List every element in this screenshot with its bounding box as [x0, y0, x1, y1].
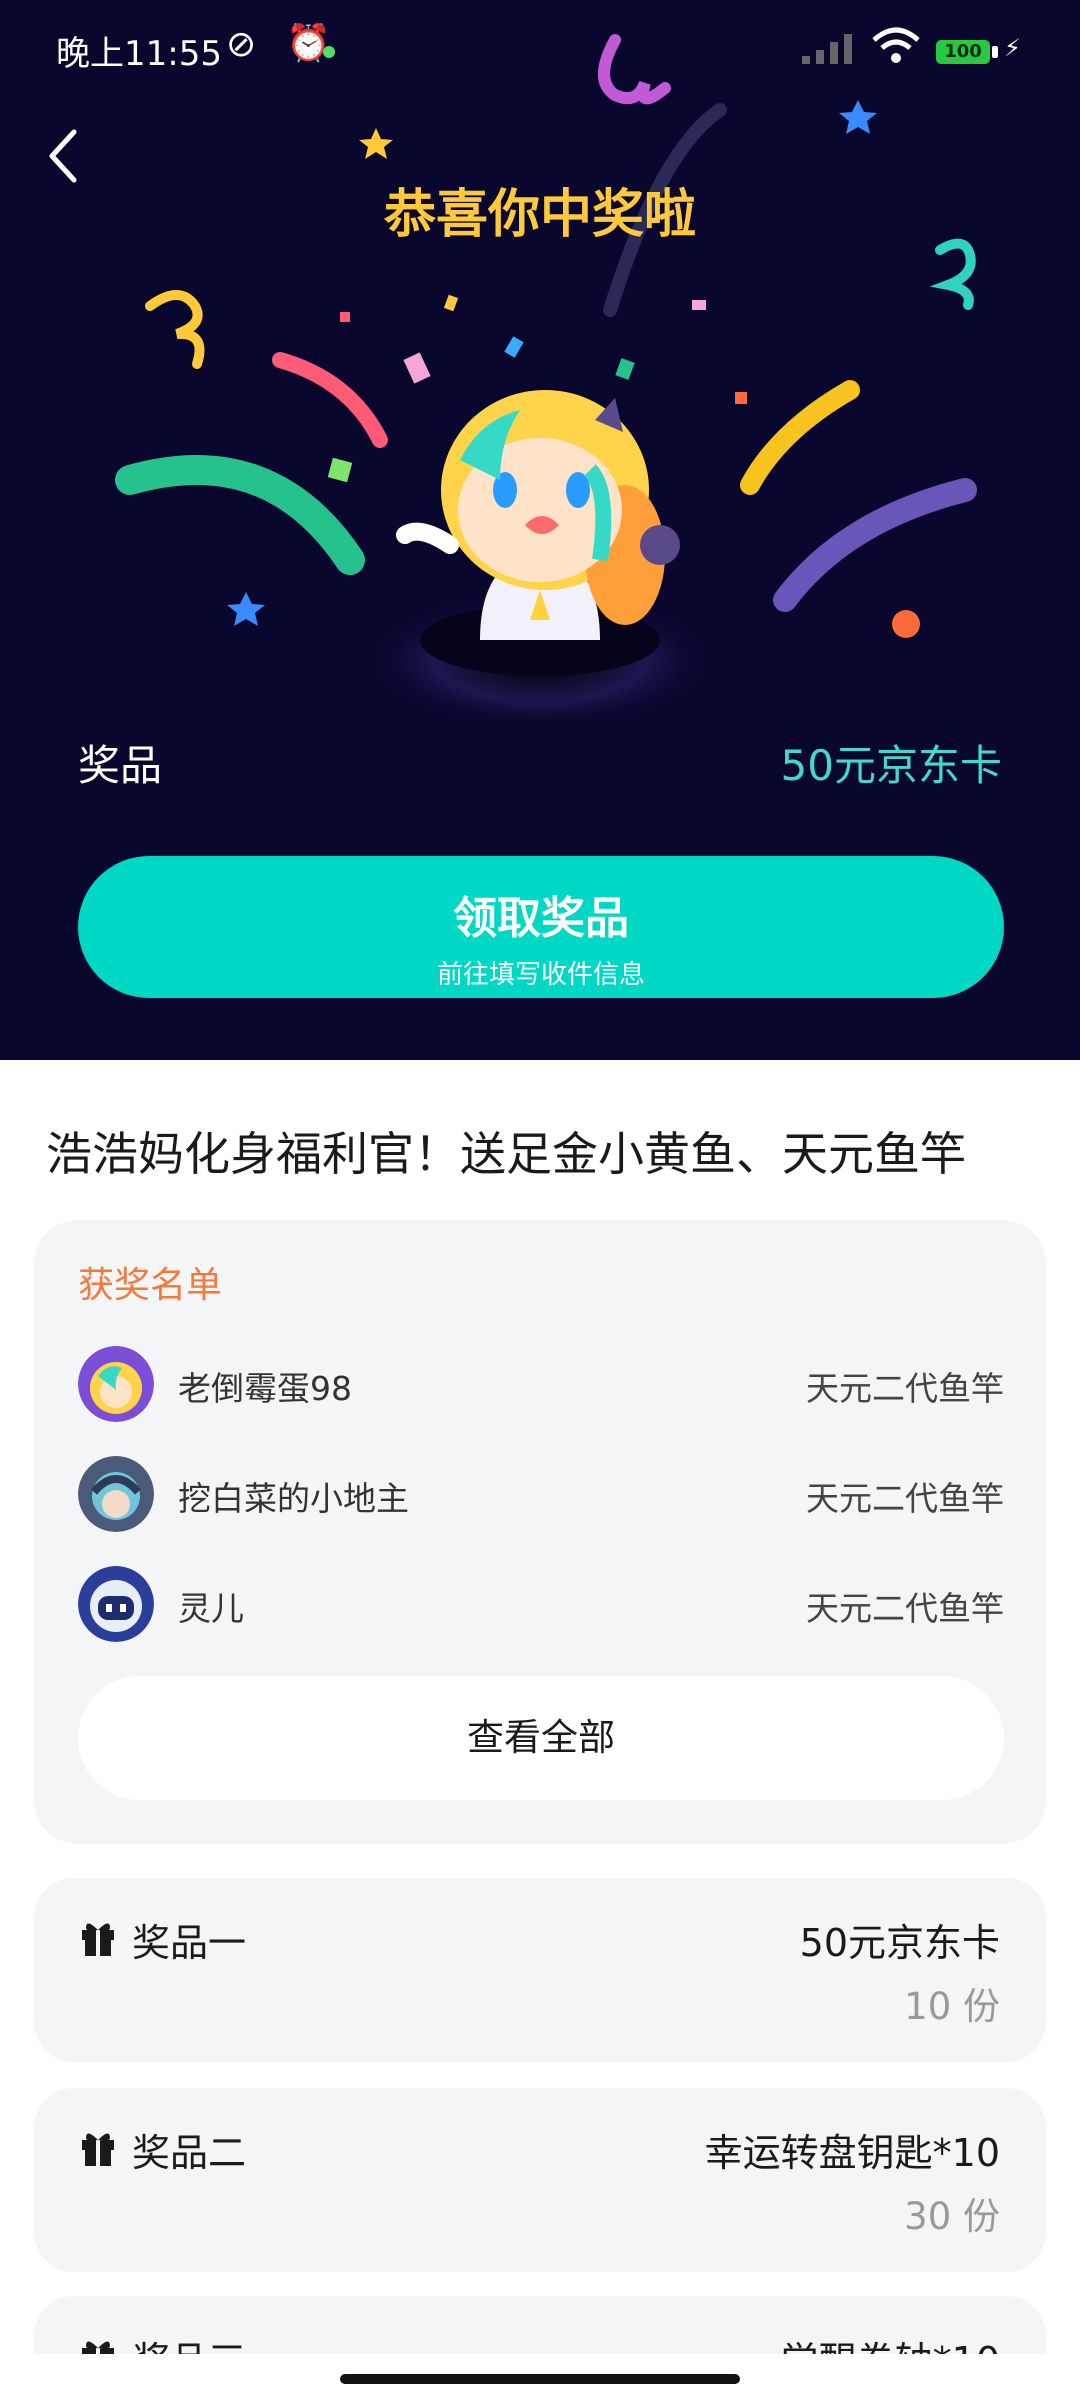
- home-indicator[interactable]: [340, 2374, 740, 2384]
- prize-card: 奖品二 幸运转盘钥匙*10 30 份: [34, 2088, 1046, 2272]
- prize-value: 50元京东卡: [799, 1921, 1000, 1965]
- page-title: 恭喜你中奖啦: [383, 185, 696, 245]
- prize-name: 奖品一: [132, 1921, 247, 1965]
- status-time: 晚上11:55: [56, 34, 222, 74]
- winner-name: 老倒霉蛋98: [178, 1369, 352, 1408]
- event-title: 浩浩妈化身福利官！送足金小黄鱼、天元鱼竿: [46, 1127, 966, 1181]
- prize-value: 幸运转盘钥匙*10: [704, 2131, 1000, 2175]
- status-bar: 晚上11:55 ⊘ ⏰ 100 ⚡: [0, 0, 1080, 100]
- signal-icon: [802, 34, 852, 64]
- claim-button-label: 领取奖品: [453, 893, 629, 944]
- dnd-icon: ⊘: [226, 24, 257, 65]
- winner-row: 老倒霉蛋98 天元二代鱼竿: [78, 1346, 1004, 1426]
- winner-row: 灵儿 天元二代鱼竿: [78, 1566, 1004, 1646]
- view-all-button[interactable]: 查看全部: [78, 1676, 1004, 1800]
- prize-value: 50元京东卡: [780, 741, 1002, 790]
- battery-level: 100: [936, 40, 990, 64]
- winner-name: 灵儿: [178, 1589, 244, 1628]
- winner-prize: 天元二代鱼竿: [806, 1479, 1004, 1518]
- prize-name: 奖品二: [132, 2131, 247, 2175]
- winners-card: 获奖名单 老倒霉蛋98 天元二代鱼竿 挖白菜的小地主 天元二代鱼竿 灵儿 天元二…: [34, 1220, 1046, 1844]
- celebration-illustration: [115, 34, 977, 720]
- claim-prize-button[interactable]: 领取奖品 前往填写收件信息: [78, 856, 1004, 998]
- notification-dot: [323, 46, 335, 58]
- winner-row: 挖白菜的小地主 天元二代鱼竿: [78, 1456, 1004, 1536]
- winners-heading: 获奖名单: [78, 1265, 223, 1306]
- gift-icon: [82, 2133, 114, 2166]
- winner-prize: 天元二代鱼竿: [806, 1369, 1004, 1408]
- charging-icon: ⚡: [1004, 34, 1021, 62]
- avatar: [78, 1346, 154, 1422]
- battery-tip: [992, 46, 998, 58]
- winner-prize: 天元二代鱼竿: [806, 1589, 1004, 1628]
- alarm-icon: ⏰: [286, 23, 331, 64]
- prize-card: 奖品一 50元京东卡 10 份: [34, 1878, 1046, 2062]
- gift-icon: [82, 1923, 114, 1956]
- wifi-icon: [872, 27, 920, 63]
- winner-name: 挖白菜的小地主: [178, 1479, 409, 1518]
- avatar: [78, 1566, 154, 1642]
- prize-label: 奖品: [78, 741, 163, 790]
- prize-count: 30 份: [904, 2195, 1000, 2238]
- avatar: [78, 1456, 154, 1532]
- claim-button-sublabel: 前往填写收件信息: [436, 960, 645, 990]
- prize-count: 10 份: [904, 1985, 1000, 2028]
